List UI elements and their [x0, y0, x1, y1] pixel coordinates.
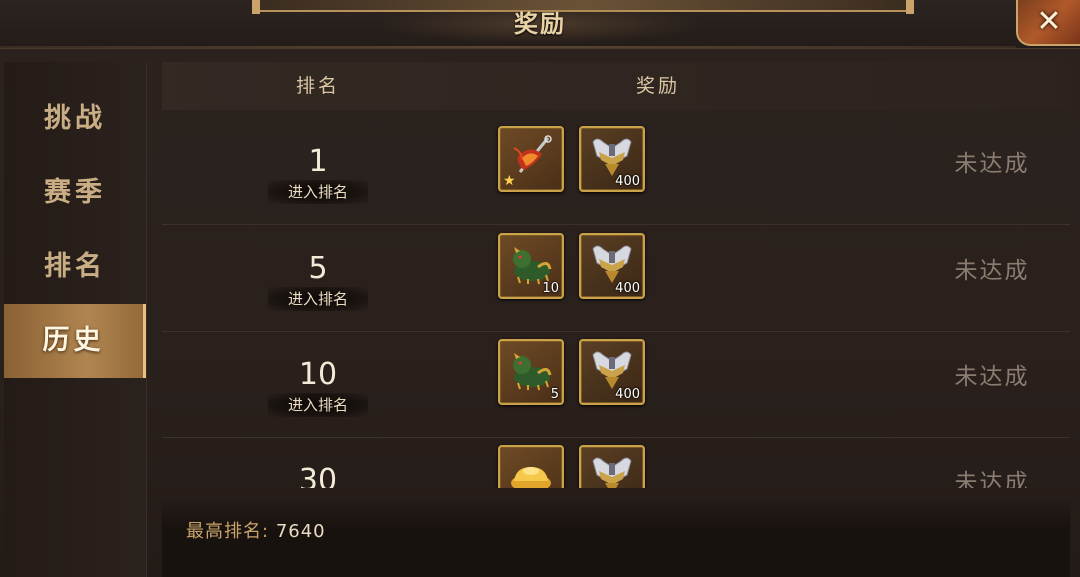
close-icon[interactable]: ✕	[1018, 0, 1080, 44]
status-label: 未达成	[954, 151, 1030, 177]
table-row: 1 进入排名 ★ 400 未达成	[162, 118, 1070, 225]
tab-season[interactable]: 赛季	[4, 156, 146, 230]
status-label: 未达成	[954, 258, 1030, 284]
rank-subtitle: 进入排名	[268, 180, 368, 204]
header-rank: 排名	[295, 75, 340, 97]
tab-history[interactable]: 历史	[4, 304, 146, 378]
reward-item[interactable]: 10	[498, 233, 564, 299]
star-icon: ★	[503, 173, 516, 189]
reward-item[interactable]	[498, 445, 564, 488]
reward-list[interactable]: 1 进入排名 ★ 400 未达成 5 进入排名 10 400 未达成 10 进入…	[162, 118, 1070, 488]
rank-number: 30	[298, 463, 338, 488]
table-row: 5 进入排名 10 400 未达成	[162, 225, 1070, 332]
item-quantity: 5	[550, 387, 559, 402]
table-row: 30 未达成	[162, 437, 1070, 488]
reward-item[interactable]	[579, 445, 645, 488]
item-quantity: 400	[615, 281, 640, 296]
reward-content: 排名 奖励 1 进入排名 ★ 400 未达成 5 进入排名 10 400 未达成…	[162, 62, 1070, 577]
banner-cap-left	[252, 0, 260, 14]
rank-subtitle: 进入排名	[268, 393, 368, 417]
best-rank-value: 7640	[275, 521, 326, 542]
tab-ranking[interactable]: 排名	[4, 230, 146, 304]
close-button[interactable]: ✕	[1016, 0, 1080, 46]
gold-ingot-icon	[511, 467, 551, 488]
tab-challenge[interactable]: 挑战	[4, 82, 146, 156]
rank-subtitle: 进入排名	[268, 287, 368, 311]
status-label: 未达成	[954, 470, 1030, 488]
item-quantity: 400	[615, 387, 640, 402]
reward-panel: 奖励 ✕ 挑战 赛季 排名 历史 排名 奖励 1 进入排名 ★ 400 未达成 …	[0, 0, 1080, 577]
silver-helmet-token-icon	[592, 457, 632, 488]
jade-beast-statue-icon	[513, 353, 552, 391]
reward-item[interactable]: 5	[498, 339, 564, 405]
window-title: 奖励	[514, 10, 566, 38]
rank-number: 1	[308, 144, 328, 179]
reward-item[interactable]: 400	[579, 339, 645, 405]
rank-number: 10	[298, 357, 338, 392]
best-rank: 最高排名: 7640	[186, 517, 326, 547]
reward-item[interactable]: ★	[498, 126, 564, 192]
reward-item[interactable]: 400	[579, 126, 645, 192]
title-divider	[0, 46, 1016, 48]
header-reward: 奖励	[635, 75, 680, 97]
status-label: 未达成	[954, 364, 1030, 390]
banner-cap-right	[906, 0, 914, 14]
table-header: 排名 奖励	[162, 62, 1070, 110]
rank-number: 5	[308, 251, 328, 286]
tab-column: 挑战 赛季 排名 历史	[4, 62, 147, 577]
item-quantity: 400	[615, 174, 640, 189]
item-quantity: 10	[542, 281, 559, 296]
reward-item[interactable]: 400	[579, 233, 645, 299]
table-row: 10 进入排名 5 400 未达成	[162, 331, 1070, 438]
best-rank-label: 最高排名:	[186, 521, 270, 542]
